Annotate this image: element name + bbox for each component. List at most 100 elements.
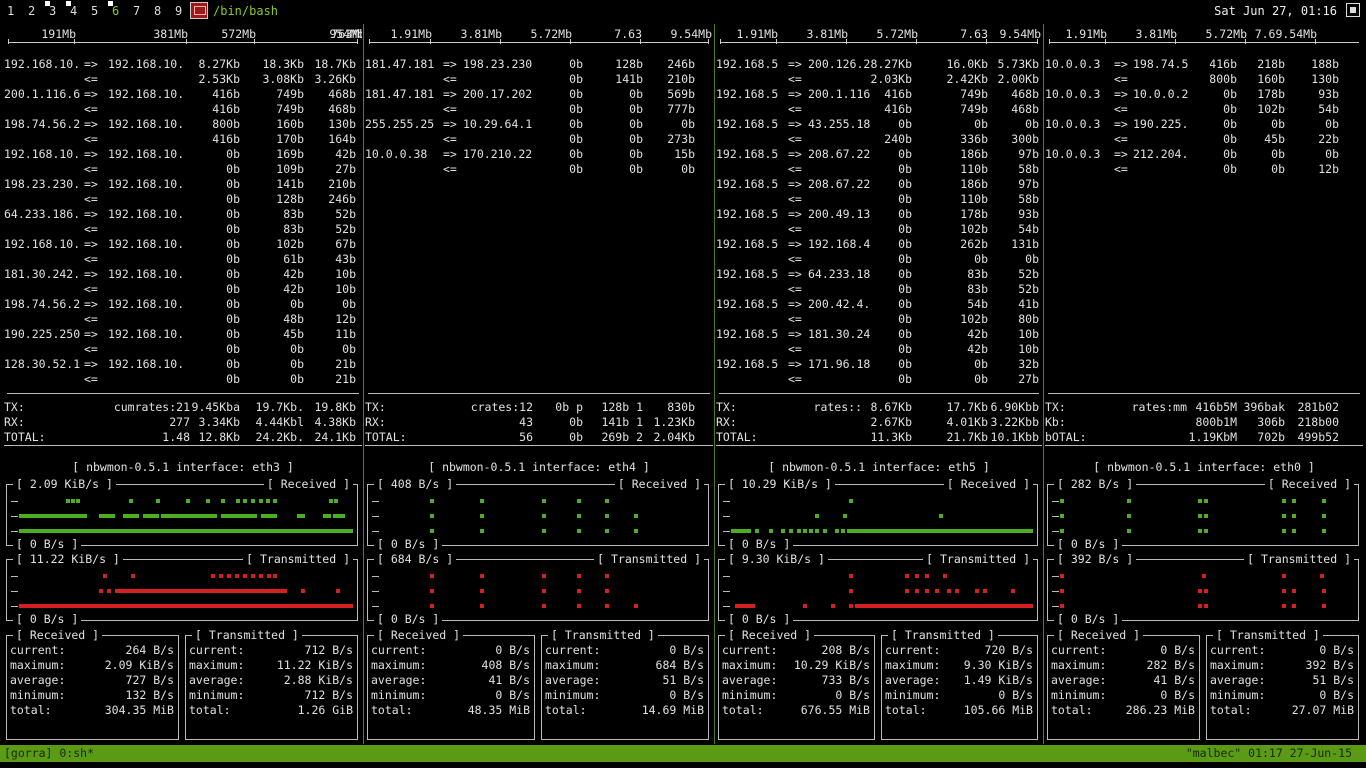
flow-row[interactable]: 192.168.5 => 43.255.18 0b 0b 0b (716, 117, 1042, 132)
flow-row-rx[interactable]: <= 0b 110b 58b (716, 162, 1042, 177)
pane-eth5[interactable]: 1.91Mb 3.81Mb 5.72Mb 7.63 9.54Mb 192.168.5 => 2… (716, 24, 1042, 744)
workspace-4[interactable]: 4 (66, 1, 77, 19)
flow-row-rx[interactable]: <= 0b 102b 54b (716, 222, 1042, 237)
flow-tx-rate: 416b (1209, 57, 1237, 71)
flow-row-rx[interactable]: <= 0b 110b 58b (716, 192, 1042, 207)
flow-row-rx[interactable]: <= 0b 0b 12b (1045, 162, 1363, 177)
flow-row[interactable]: 128.30.52.1 => 192.168.10. 0b 0b 21b (4, 357, 362, 372)
flow-row-rx[interactable]: <= 0b 0b 0b (365, 162, 713, 177)
flow-row[interactable]: 10.0.0.38 => 170.210.22 0b 0b 15b (365, 147, 713, 162)
flow-row-rx[interactable]: <= 0b 61b 43b (4, 252, 362, 267)
tx-peak: [ 9.30 KiB/s ] (725, 552, 828, 567)
flow-row[interactable]: 192.168.5 => 200.49.13 0b 178b 93b (716, 207, 1042, 222)
rx-peak: [ 408 B/s ] (374, 477, 457, 492)
flow-row-rx[interactable]: <= 416b 170b 164b (4, 132, 362, 147)
flow-destination: 192.168.10. (108, 117, 185, 131)
workspace-9[interactable]: 9 (175, 4, 182, 19)
pane-separator[interactable] (363, 24, 364, 744)
flow-row[interactable]: 192.168.5 => 200.1.116 416b 749b 468b (716, 87, 1042, 102)
flow-row-rx[interactable]: <= 0b 128b 246b (4, 192, 362, 207)
workspace-8[interactable]: 8 (154, 4, 161, 19)
flow-row-rx[interactable]: <= 0b 83b 52b (716, 282, 1042, 297)
workspace-7[interactable]: 7 (133, 4, 140, 19)
flow-row[interactable]: 198.74.56.2 => 192.168.10. 0b 0b 0b (4, 297, 362, 312)
flow-row[interactable]: 192.168.5 => 64.233.18 0b 83b 52b (716, 267, 1042, 282)
flow-row[interactable]: 192.168.5 => 200.126.2 8.27Kb 16.0Kb 5.73Kb (716, 57, 1042, 72)
flow-row[interactable]: 192.168.5 => 200.42.4. 0b 54b 41b (716, 297, 1042, 312)
flow-row-rx[interactable]: <= 0b 0b 777b (365, 102, 713, 117)
flow-tx-rate: 218b (1257, 57, 1285, 71)
flow-row[interactable]: 192.168.10. => 192.168.10. 8.27Kb 18.3Kb 18.7… (4, 57, 362, 72)
flow-row-rx[interactable]: <= 2.03Kb 2.42Kb 2.00Kb (716, 72, 1042, 87)
flow-row-rx[interactable]: <= 0b 48b 12b (4, 312, 362, 327)
flow-row-rx[interactable]: <= 0b 0b 273b (365, 132, 713, 147)
flow-row[interactable]: 198.23.230. => 192.168.10. 0b 141b 210b (4, 177, 362, 192)
flow-row-rx[interactable]: <= 0b 102b 80b (716, 312, 1042, 327)
flow-row-rx[interactable]: <= 0b 42b 10b (4, 282, 362, 297)
flow-row[interactable]: 10.0.0.3 => 198.74.5 416b 218b 188b (1045, 57, 1363, 72)
flow-row-rx[interactable]: <= 0b 109b 27b (4, 162, 362, 177)
pane-eth4[interactable]: 1.91Mb 3.81Mb 5.72Mb 7.63 9.54Mb 181.47.181 =>… (365, 24, 713, 744)
rx-sample (327, 514, 331, 518)
flow-row[interactable]: 10.0.0.3 => 212.204. 0b 0b 0b (1045, 147, 1363, 162)
flow-row[interactable]: 192.168.5 => 208.67.22 0b 186b 97b (716, 147, 1042, 162)
workspace-1[interactable]: 1 (7, 4, 14, 19)
flow-row[interactable]: 10.0.0.3 => 190.225. 0b 0b 0b (1045, 117, 1363, 132)
pane-separator[interactable] (714, 24, 715, 744)
flow-row-rx[interactable]: <= 0b 0b 27b (716, 372, 1042, 387)
workspace-2[interactable]: 2 (28, 4, 35, 19)
flow-row[interactable]: 181.30.242. => 192.168.10. 0b 42b 10b (4, 267, 362, 282)
workspace-3[interactable]: 3 (45, 1, 56, 19)
pane-eth0[interactable]: 1.91Mb 3.81Mb 5.72Mb 7.69.54Mb 10.0.0.3 => 198… (1045, 24, 1363, 744)
flow-row-rx[interactable]: <= 416b 749b 468b (4, 102, 362, 117)
flow-row[interactable]: 192.168.5 => 192.168.4 0b 262b 131b (716, 237, 1042, 252)
rx-floor: [ 0 B/s ] (13, 537, 82, 552)
flow-row[interactable]: 192.168.5 => 181.30.24 0b 42b 10b (716, 327, 1042, 342)
terminal-icon[interactable] (190, 2, 208, 19)
flow-arrow-in: <= (84, 102, 98, 116)
stat-value-minimum: 0 B/s (1319, 688, 1354, 702)
workspace-5[interactable]: 5 (91, 4, 98, 19)
session-name[interactable]: [gorra] 0:sh* (4, 746, 94, 761)
flow-row-rx[interactable]: <= 0b 0b 0b (716, 252, 1042, 267)
flow-row-rx[interactable]: <= 0b 141b 210b (365, 72, 713, 87)
flow-row[interactable]: 64.233.186. => 192.168.10. 0b 83b 52b (4, 207, 362, 222)
flow-row[interactable]: 181.47.181 => 200.17.202 0b 0b 569b (365, 87, 713, 102)
flow-row-rx[interactable]: <= 416b 749b 468b (716, 102, 1042, 117)
flow-row-rx[interactable]: <= 2.53Kb 3.08Kb 3.26Kb (4, 72, 362, 87)
rx-caption: [ Received ] (614, 477, 704, 492)
workspace-6[interactable]: 6 (108, 1, 119, 19)
flow-row[interactable]: 192.168.5 => 171.96.18 0b 0b 32b (716, 357, 1042, 372)
flow-row-rx[interactable]: <= 0b 0b 21b (4, 372, 362, 387)
flow-source: 192.168.5 (716, 267, 779, 281)
tx-peak: [ 392 B/s ] (1054, 552, 1137, 567)
flow-row[interactable]: 192.168.5 => 208.67.22 0b 186b 97b (716, 177, 1042, 192)
flow-row-rx[interactable]: <= 0b 45b 22b (1045, 132, 1363, 147)
flow-row-rx[interactable]: <= 0b 42b 10b (716, 342, 1042, 357)
flow-row[interactable]: 181.47.181 => 198.23.230 0b 128b 246b (365, 57, 713, 72)
pane-eth3[interactable]: 191Mb381Mb572Mb763Mb954Mb192.168.10.=>19… (4, 24, 362, 744)
flow-row[interactable]: 200.1.116.6 => 192.168.10. 416b 749b 468b (4, 87, 362, 102)
flow-source: 192.168.5 (716, 237, 779, 251)
flow-row-rx[interactable]: <= 0b 102b 54b (1045, 102, 1363, 117)
pane-separator[interactable] (1043, 24, 1044, 744)
stat-label-total: total: (722, 703, 764, 717)
tray-icon[interactable] (1346, 3, 1360, 17)
rx-sample (815, 529, 819, 533)
rx-sample (1127, 499, 1131, 503)
flow-row[interactable]: 192.168.10. => 192.168.10. 0b 102b 67b (4, 237, 362, 252)
rx-sample (266, 499, 270, 503)
flow-destination: 208.67.22 (808, 147, 871, 161)
flow-row[interactable]: 255.255.25 => 10.29.64.1 0b 0b 0b (365, 117, 713, 132)
rx-sample (341, 514, 345, 518)
flow-row[interactable]: 198.74.56.2 => 192.168.10. 800b 160b 130b (4, 117, 362, 132)
flow-row-rx[interactable]: <= 240b 336b 300b (716, 132, 1042, 147)
flow-row-rx[interactable]: <= 0b 0b 0b (4, 342, 362, 357)
flow-row[interactable]: 192.168.10. => 192.168.10. 0b 169b 42b (4, 147, 362, 162)
totals-rate: 2.67Kb (870, 415, 912, 429)
flow-row-rx[interactable]: <= 0b 83b 52b (4, 222, 362, 237)
flow-row[interactable]: 10.0.0.3 => 10.0.0.2 0b 178b 93b (1045, 87, 1363, 102)
flow-row-rx[interactable]: <= 800b 160b 130b (1045, 72, 1363, 87)
flow-row[interactable]: 190.225.250 => 192.168.10. 0b 45b 11b (4, 327, 362, 342)
flow-tx-rate: 0b (226, 327, 240, 341)
